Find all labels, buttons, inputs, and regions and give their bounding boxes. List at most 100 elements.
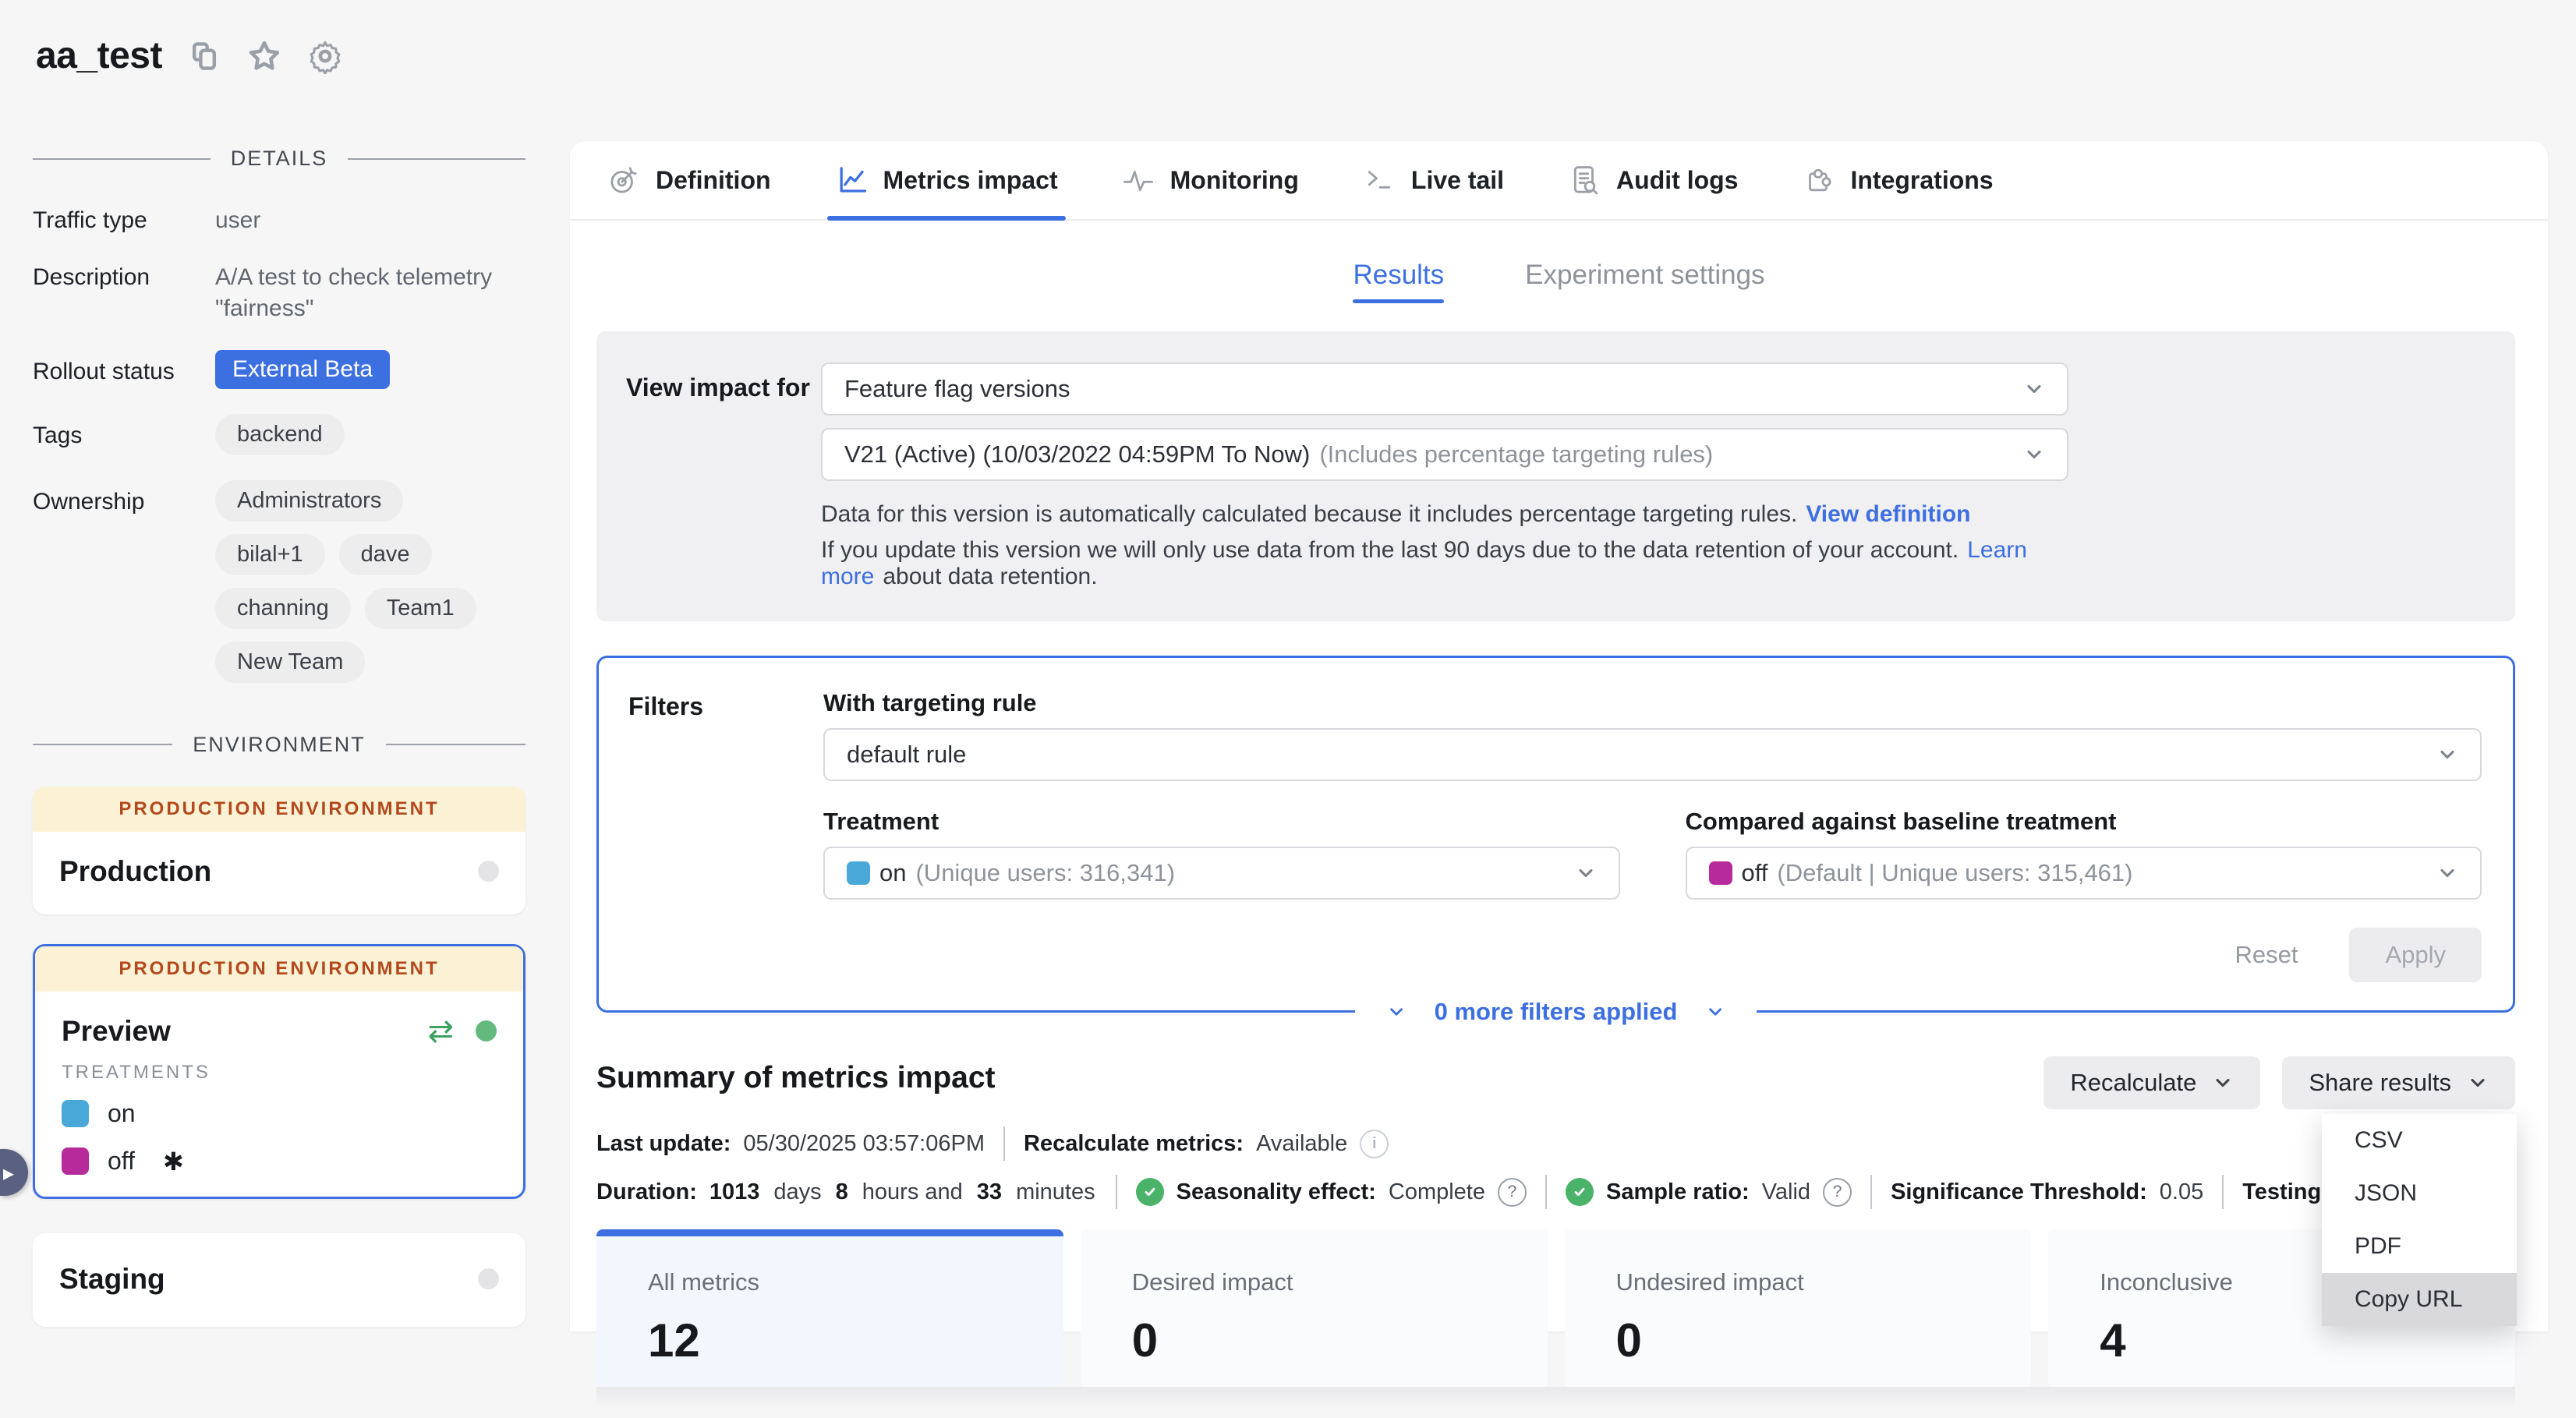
owner-pill: channing [215,588,351,629]
more-filters-toggle[interactable]: 0 more filters applied [1355,991,1757,1033]
view-definition-link[interactable]: View definition [1806,501,1970,527]
impact-source-value: Feature flag versions [844,375,1070,403]
environment-header: ENVIRONMENT [193,733,366,757]
duration-value: 1013 [709,1179,760,1205]
treatment-name-off: off [108,1147,135,1176]
tab-monitoring[interactable]: Monitoring [1122,141,1299,219]
rollout-status-label: Rollout status [33,350,215,389]
metric-card-value: 0 [1616,1314,2032,1367]
significance-value: 0.05 [2160,1179,2203,1205]
metric-card-value: 12 [648,1314,1063,1367]
sidebar-collapse-handle[interactable]: ▸ [0,1149,28,1196]
bottom-shadow [596,1387,2515,1418]
environment-divider: ENVIRONMENT [33,733,525,757]
tags-row: Tags backend [33,414,525,455]
metric-card-desired-impact[interactable]: Desired impact 0 [1081,1229,1548,1387]
chevron-down-icon [2436,744,2458,766]
treatment-name-on: on [108,1099,136,1128]
traffic-type-row: Traffic type user [33,205,525,237]
baseline-note: (Default | Unique users: 315,461) [1777,859,2132,887]
line-chart-icon [835,164,868,196]
menu-item-json[interactable]: JSON [2322,1167,2517,1220]
sidebar: DETAILS Traffic type user Description A/… [33,147,525,1327]
subtab-experiment-settings[interactable]: Experiment settings [1525,260,1764,303]
menu-item-csv[interactable]: CSV [2322,1114,2517,1167]
info-icon[interactable]: i [1360,1130,1389,1158]
tab-audit-logs[interactable]: Audit logs [1568,141,1738,219]
summary-title: Summary of metrics impact [596,1056,996,1095]
owner-pill: New Team [215,642,365,683]
version-helper-1: Data for this version is automatically c… [821,501,2068,528]
treatment-select[interactable]: on (Unique users: 316,341) [823,847,1620,900]
targeting-rule-select[interactable]: default rule [823,728,2482,781]
details-divider: DETAILS [33,147,525,171]
environment-card-production[interactable]: PRODUCTION ENVIRONMENT Production [33,787,525,914]
view-impact-panel: View impact for Feature flag versions V2… [596,331,2515,621]
tab-metrics-impact[interactable]: Metrics impact [835,141,1058,219]
environment-name-preview: Preview [62,1015,171,1048]
metric-card-label: Undesired impact [1616,1268,2032,1296]
environment-name-production: Production [59,855,211,888]
status-dot-gray [478,861,499,882]
sample-ratio-label: Sample ratio: [1606,1179,1750,1205]
more-filters-label: 0 more filters applied [1435,998,1678,1026]
baseline-treatment-select[interactable]: off (Default | Unique users: 315,461) [1686,847,2482,900]
chevron-down-icon [2467,1072,2489,1094]
apply-button[interactable]: Apply [2349,928,2482,982]
sample-ratio-value: Valid [1762,1179,1810,1205]
traffic-type-label: Traffic type [33,205,215,237]
impact-source-select[interactable]: Feature flag versions [821,362,2068,415]
treatment-value: on [879,859,906,887]
share-results-menu: CSV JSON PDF Copy URL [2322,1114,2517,1326]
tab-live-tail-label: Live tail [1411,166,1504,195]
subtab-results[interactable]: Results [1353,260,1444,303]
treatment-color-off [1709,861,1732,885]
reset-button[interactable]: Reset [2235,941,2298,969]
environment-card-staging[interactable]: Staging [33,1233,525,1327]
puzzle-icon [1802,164,1835,196]
summary-section: Summary of metrics impact Recalculate Sh… [596,1056,2515,1209]
environment-card-preview[interactable]: PRODUCTION ENVIRONMENT Preview ⇄ TREATME… [33,944,525,1199]
tags-label: Tags [33,414,215,455]
metric-card-label: Desired impact [1132,1268,1548,1296]
duration-label: Duration: [596,1179,697,1205]
production-environment-banner: PRODUCTION ENVIRONMENT [33,787,525,832]
chevron-down-icon [2023,444,2045,465]
helper-text: about data retention. [883,564,1097,589]
tab-live-tail[interactable]: Live tail [1363,141,1504,219]
view-impact-label: View impact for [626,362,821,590]
recalculate-metrics-value: Available [1256,1131,1347,1157]
gear-icon[interactable] [307,38,343,74]
metric-card-all-metrics[interactable]: All metrics 12 [596,1229,1063,1387]
pulse-icon [1122,164,1155,196]
tab-integrations[interactable]: Integrations [1802,141,1993,219]
share-results-button[interactable]: Share results [2282,1056,2515,1109]
recalculate-button[interactable]: Recalculate [2043,1056,2260,1109]
copy-icon[interactable] [187,39,221,73]
menu-item-copy-url[interactable]: Copy URL [2322,1273,2517,1326]
divider [1116,1175,1117,1209]
metric-card-label: All metrics [648,1268,1063,1296]
tab-definition[interactable]: Definition [607,141,771,219]
default-treatment-asterisk-icon: ✱ [163,1147,184,1176]
subtab-bar: Results Experiment settings [570,260,2548,303]
star-icon[interactable] [246,38,282,74]
recalculate-metrics-label: Recalculate metrics: [1024,1131,1244,1157]
chevron-down-icon [1575,862,1597,884]
duration-value: days [773,1179,821,1205]
help-icon[interactable]: ? [1823,1178,1852,1207]
menu-item-pdf[interactable]: PDF [2322,1220,2517,1273]
owner-pill: dave [339,534,432,575]
chevron-down-icon [1386,1002,1407,1022]
help-icon[interactable]: ? [1498,1178,1527,1207]
version-select[interactable]: V21 (Active) (10/03/2022 04:59PM To Now)… [821,428,2068,481]
tab-integrations-label: Integrations [1850,166,1993,195]
metric-card-undesired-impact[interactable]: Undesired impact 0 [1565,1229,2032,1387]
treatment-label: Treatment [823,808,1620,836]
filters-panel: Filters With targeting rule default rule… [596,656,2515,1013]
metric-card-value: 0 [1132,1314,1548,1367]
treatment-color-on [62,1100,89,1127]
audit-log-icon [1568,164,1601,196]
description-row: Description A/A test to check telemetry … [33,262,525,325]
treatments-label: TREATMENTS [35,1062,523,1084]
